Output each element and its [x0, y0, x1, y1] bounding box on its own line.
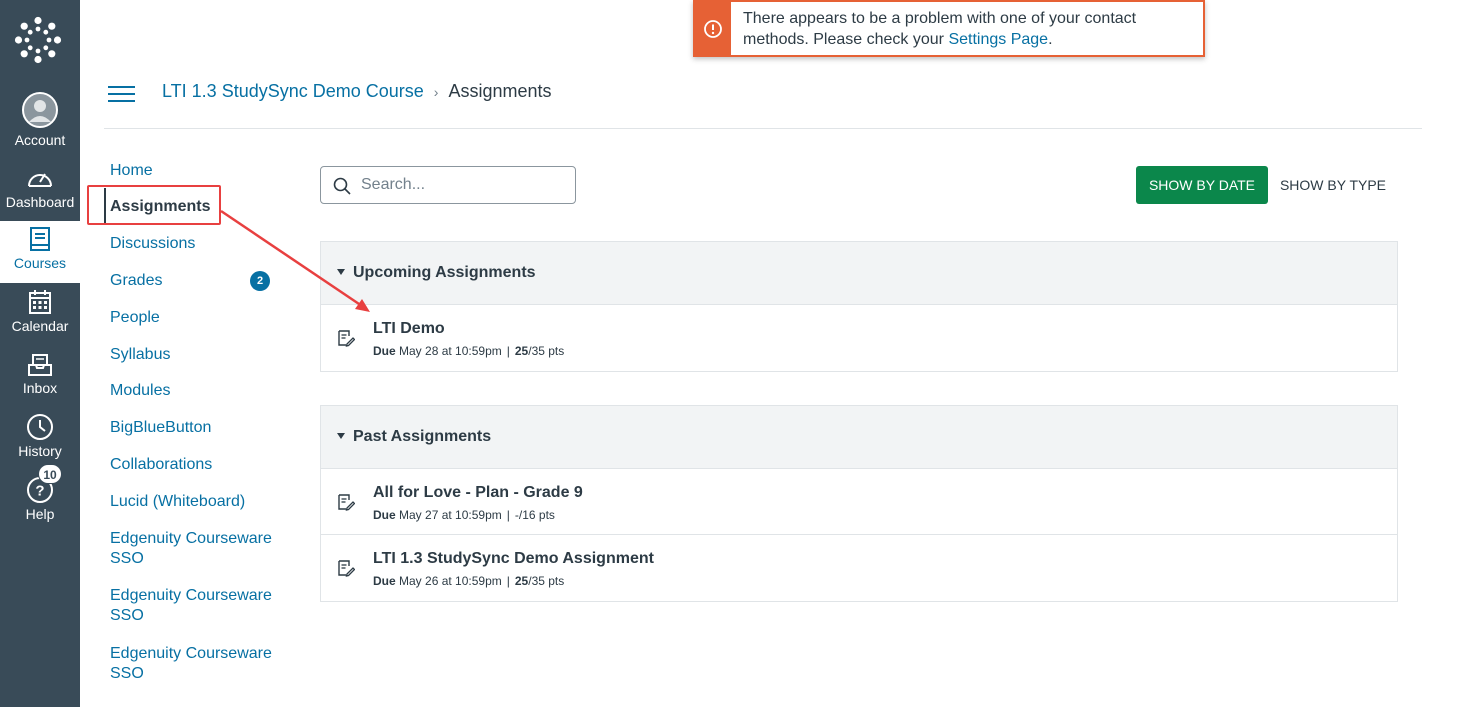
svg-text:?: ?	[35, 483, 44, 500]
assignment-group-upcoming: Upcoming Assignments LTI Demo Due May 28…	[320, 241, 1398, 372]
assignment-group-title: Upcoming Assignments	[353, 264, 536, 281]
alert-text-end: .	[1048, 31, 1053, 48]
calendar-icon	[22, 284, 58, 320]
settings-page-link[interactable]: Settings Page	[948, 31, 1048, 48]
assignment-icon	[338, 494, 355, 511]
due-date: May 28 at 10:59pm	[399, 344, 502, 358]
grades-count-badge: 2	[250, 271, 270, 291]
global-nav-label: Courses	[13, 255, 67, 271]
course-nav-people[interactable]: People	[110, 308, 280, 328]
warning-icon	[695, 2, 731, 55]
history-icon	[22, 409, 58, 445]
global-nav-label: Dashboard	[5, 194, 75, 210]
global-nav-inbox[interactable]: Inbox	[0, 347, 80, 409]
header-divider	[104, 128, 1422, 129]
assignment-row[interactable]: All for Love - Plan - Grade 9 Due May 27…	[321, 469, 1397, 535]
courses-icon	[22, 221, 58, 257]
assignment-group-title: Past Assignments	[353, 428, 492, 445]
breadcrumb-separator-icon: ›	[433, 84, 439, 100]
global-nav-label: Inbox	[22, 380, 58, 396]
global-nav-dashboard[interactable]: Dashboard	[0, 160, 80, 222]
assignment-search	[320, 166, 576, 204]
caret-down-icon	[337, 269, 345, 275]
course-nav-bigbluebutton[interactable]: BigBlueButton	[110, 418, 280, 438]
search-icon	[333, 177, 351, 195]
assignment-meta: Due May 27 at 10:59pm | -/16 pts	[373, 508, 555, 522]
assignment-score: 25	[514, 574, 529, 588]
course-nav-modules[interactable]: Modules	[110, 381, 280, 401]
global-nav-help[interactable]: ? 10 Help	[0, 464, 80, 534]
assignment-points: /35 pts	[528, 344, 565, 358]
due-label: Due	[373, 344, 396, 358]
help-notification-badge: 10	[38, 464, 62, 484]
course-nav-edgenuity-1[interactable]: Edgenuity Courseware SSO	[110, 529, 278, 569]
assignment-icon	[338, 560, 355, 577]
annotation-highlight-box	[87, 185, 221, 225]
breadcrumb: LTI 1.3 StudySync Demo Course › Assignment…	[162, 80, 552, 103]
global-nav-label: History	[18, 443, 62, 459]
assignment-group-header[interactable]: Upcoming Assignments	[321, 242, 1397, 305]
canvas-logo-icon[interactable]	[14, 16, 62, 64]
dashboard-icon	[22, 160, 58, 196]
inbox-icon	[22, 347, 58, 383]
global-nav: Account Dashboard Courses Calendar Inbox…	[0, 0, 80, 707]
assignment-title-link[interactable]: LTI Demo	[373, 319, 445, 339]
global-nav-courses[interactable]: Courses	[0, 221, 80, 283]
assignment-group-header[interactable]: Past Assignments	[321, 406, 1397, 469]
search-input[interactable]	[361, 169, 561, 201]
global-nav-account[interactable]: Account	[0, 92, 80, 154]
course-menu-toggle[interactable]	[108, 84, 135, 104]
assignment-points: /16 pts	[518, 508, 555, 522]
course-nav-edgenuity-3[interactable]: Edgenuity Courseware SSO	[110, 644, 278, 684]
contact-method-alert: There appears to be a problem with one o…	[693, 0, 1205, 57]
assignment-group-past: Past Assignments All for Love - Plan - G…	[320, 405, 1398, 602]
show-by-type-button[interactable]: SHOW BY TYPE	[1270, 166, 1396, 204]
global-nav-calendar[interactable]: Calendar	[0, 284, 80, 346]
breadcrumb-current: Assignments	[448, 81, 552, 101]
global-nav-label: Calendar	[11, 318, 69, 334]
assignment-row[interactable]: LTI Demo Due May 28 at 10:59pm | 25/35 pts	[321, 305, 1397, 371]
alert-message: There appears to be a problem with one o…	[743, 8, 1183, 50]
global-nav-history[interactable]: History	[0, 409, 80, 471]
show-by-date-button[interactable]: SHOW BY DATE	[1136, 166, 1268, 204]
assignment-title-link[interactable]: All for Love - Plan - Grade 9	[373, 483, 583, 503]
assignment-title-link[interactable]: LTI 1.3 StudySync Demo Assignment	[373, 549, 654, 569]
hamburger-icon	[108, 86, 135, 88]
due-label: Due	[373, 574, 396, 588]
assignment-icon	[338, 330, 355, 347]
due-date: May 26 at 10:59pm	[399, 574, 502, 588]
course-nav-discussions[interactable]: Discussions	[110, 234, 280, 254]
course-nav-home[interactable]: Home	[110, 161, 280, 181]
assignment-score: 25	[514, 344, 529, 358]
global-nav-label: Account	[14, 132, 66, 148]
global-nav-label: Help	[25, 506, 55, 522]
course-nav-lucid[interactable]: Lucid (Whiteboard)	[110, 492, 280, 512]
course-nav-collaborations[interactable]: Collaborations	[110, 455, 280, 475]
assignment-points: /35 pts	[528, 574, 565, 588]
assignment-meta: Due May 26 at 10:59pm | 25/35 pts	[373, 574, 565, 588]
alert-text: There appears to be a problem with one o…	[743, 10, 1137, 48]
assignment-row[interactable]: LTI 1.3 StudySync Demo Assignment Due Ma…	[321, 535, 1397, 601]
course-nav-syllabus[interactable]: Syllabus	[110, 345, 280, 365]
breadcrumb-course-link[interactable]: LTI 1.3 StudySync Demo Course	[162, 81, 424, 101]
due-label: Due	[373, 508, 396, 522]
caret-down-icon	[337, 433, 345, 439]
assignment-meta: Due May 28 at 10:59pm | 25/35 pts	[373, 344, 565, 358]
course-nav-edgenuity-2[interactable]: Edgenuity Courseware SSO	[110, 586, 278, 626]
account-icon	[22, 92, 58, 128]
due-date: May 27 at 10:59pm	[399, 508, 502, 522]
